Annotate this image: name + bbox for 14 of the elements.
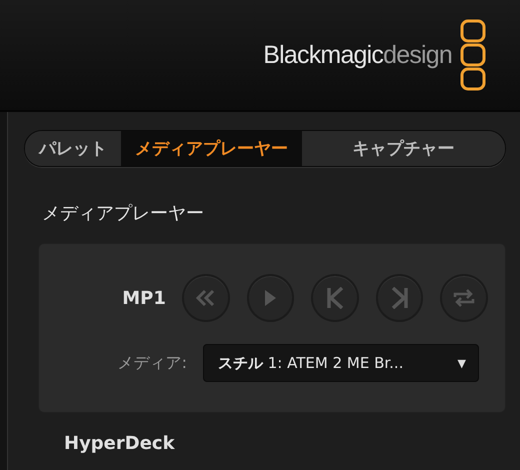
loop-icon	[452, 287, 476, 309]
player-name: MP1	[121, 288, 166, 308]
media-dropdown[interactable]: スチル 1: ATEM 2 ME Br... ▼	[203, 344, 479, 382]
rewind-icon	[194, 289, 217, 307]
media-label: メディア:	[116, 352, 187, 374]
skip-back-icon	[326, 287, 344, 309]
tab[interactable]: メディアプレーヤー	[121, 131, 302, 166]
brand-logo-text: Blackmagicdesign	[263, 40, 452, 70]
section-title: HyperDeck	[64, 433, 176, 454]
logo-icon	[460, 19, 486, 91]
skip-forward-icon	[390, 287, 409, 309]
play-icon	[263, 289, 278, 307]
section-title: メディアプレーヤー	[42, 202, 205, 225]
dropdown-arrow: ▼	[458, 356, 466, 370]
